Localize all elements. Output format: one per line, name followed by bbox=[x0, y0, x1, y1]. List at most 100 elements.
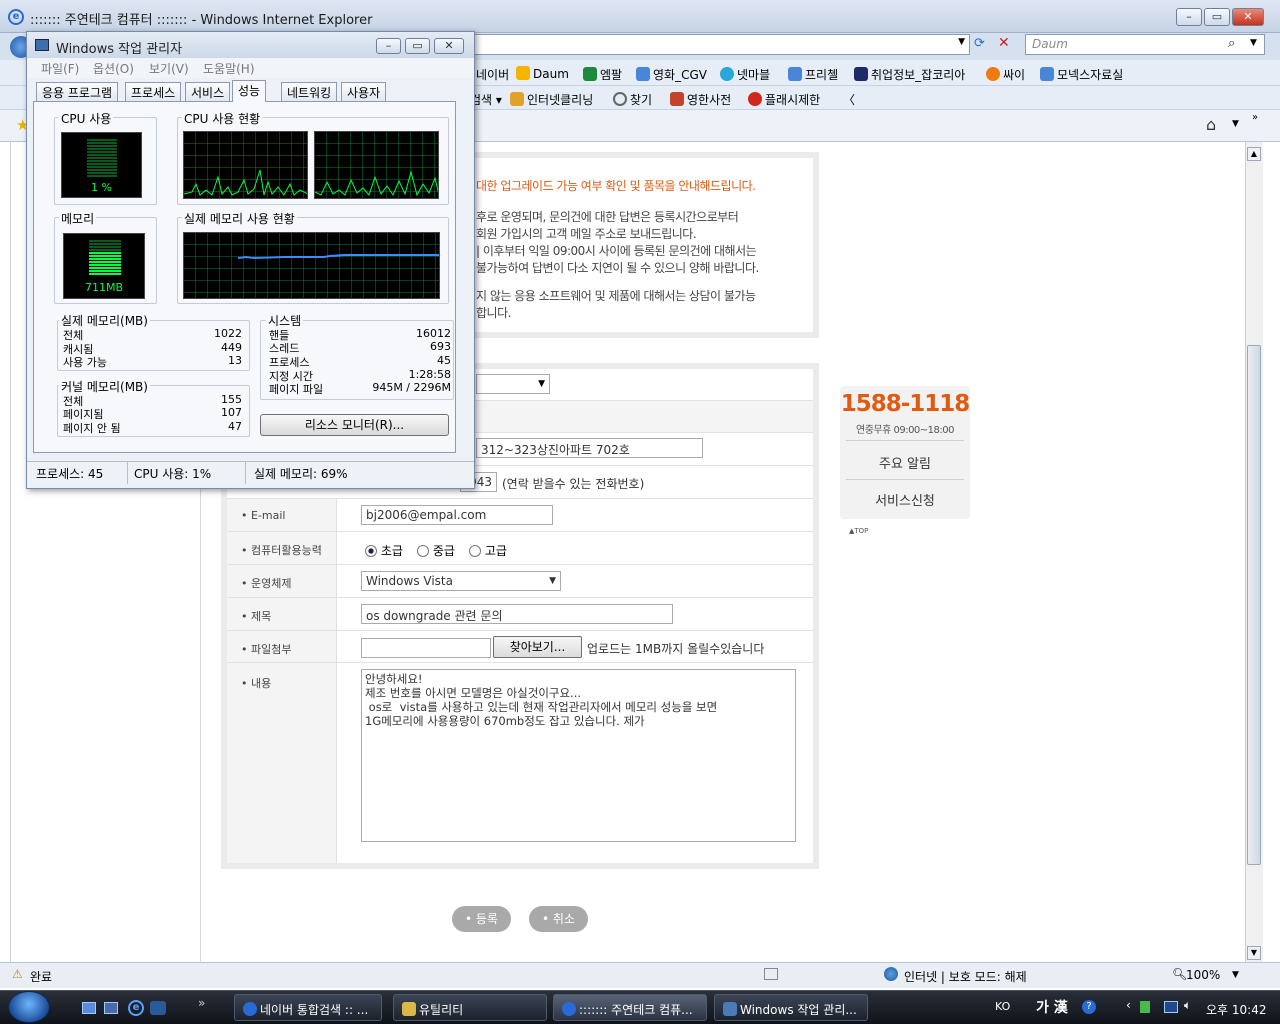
stat-value: 945M / 2296M bbox=[372, 381, 451, 394]
ime-indicator[interactable]: 가 漢 bbox=[1036, 997, 1068, 1017]
ie-logo-icon: e bbox=[8, 9, 24, 25]
subject-input[interactable]: os downgrade 관련 문의 bbox=[361, 604, 673, 624]
tab-services[interactable]: 서비스 bbox=[185, 82, 231, 101]
tab-performance[interactable]: 성능 bbox=[232, 80, 267, 102]
submit-button[interactable]: • 등록 bbox=[452, 906, 511, 932]
volume-icon[interactable]: 🔈︎ bbox=[1184, 998, 1191, 1013]
refresh-icon[interactable]: ⟳ bbox=[974, 36, 985, 51]
fav-link-netmarble[interactable]: 넷마블 bbox=[720, 66, 770, 83]
links-chevron[interactable]: 〈 bbox=[843, 91, 855, 108]
close-button[interactable]: ✕ bbox=[1232, 8, 1264, 26]
stat-value: 107 bbox=[221, 406, 242, 419]
address-dropdown-icon[interactable]: ▼ bbox=[958, 37, 965, 47]
stat-label: 페이지 안 됨 bbox=[63, 422, 121, 435]
menu-options[interactable]: 옵션(O) bbox=[93, 60, 134, 77]
notice-line: 불가능하여 답변이 다소 지연이 될 수 있으니 양해 바랍니다. bbox=[476, 261, 759, 275]
os-label: • 운영체제 bbox=[227, 565, 337, 598]
home-icon[interactable]: ⌂ bbox=[1206, 115, 1216, 134]
tm-minimize-button[interactable]: – bbox=[376, 38, 401, 54]
fav-link-empal[interactable]: 엠팔 bbox=[583, 66, 622, 83]
file-path-input[interactable] bbox=[361, 638, 491, 658]
scrollbar-thumb[interactable] bbox=[1247, 345, 1261, 865]
top-link[interactable]: ▲TOP bbox=[849, 527, 868, 535]
zoom-level[interactable]: 100% bbox=[1186, 968, 1220, 982]
fav-link-daum[interactable]: Daum bbox=[516, 66, 569, 81]
ie-quicklaunch-icon[interactable]: e bbox=[128, 1000, 144, 1016]
flash-icon bbox=[748, 92, 762, 106]
stat-value: 45 bbox=[437, 354, 451, 367]
fav-link-jobkorea[interactable]: 취업정보_잡코리아 bbox=[854, 66, 965, 83]
quicklaunch-more-icon[interactable]: » bbox=[198, 996, 205, 1010]
language-indicator[interactable]: KO bbox=[995, 1000, 1010, 1013]
ie-title-bar: e ::::::: 주연테크 컴퓨터 ::::::: - Windows Int… bbox=[0, 0, 1280, 33]
taskbar-button[interactable]: 유틸리티 bbox=[393, 994, 547, 1021]
service-link[interactable]: 서비스신청 bbox=[840, 490, 970, 509]
divider bbox=[846, 440, 964, 441]
category-select[interactable]: ▼ bbox=[476, 374, 550, 394]
content-textarea[interactable]: 안녕하세요! 제조 번호를 아시면 모델명은 아실것이구요... os로 vis… bbox=[361, 669, 796, 842]
tm-close-button[interactable]: ✕ bbox=[434, 38, 464, 54]
warning-icon: ⚠ bbox=[12, 967, 23, 981]
start-button[interactable] bbox=[8, 991, 50, 1023]
links-flash-block[interactable]: 플래시제한 bbox=[748, 91, 820, 108]
skill-radio-beginner[interactable]: 초급 bbox=[365, 542, 403, 559]
stop-icon[interactable]: ✕ bbox=[998, 35, 1010, 51]
help-icon[interactable]: ? bbox=[1082, 1000, 1096, 1014]
security-zone[interactable]: 인터넷 | 보호 모드: 해제 bbox=[904, 968, 1027, 985]
links-find[interactable]: 찾기 bbox=[613, 91, 652, 108]
tray-expand-icon[interactable]: ‹ bbox=[1126, 998, 1131, 1012]
more-tools-icon[interactable]: » bbox=[1252, 112, 1258, 123]
notice-line: | 이후부터 익일 09:00시 사이에 등록된 문의건에 대해서는 bbox=[476, 244, 757, 258]
home-dropdown-icon[interactable]: ▼ bbox=[1232, 119, 1239, 129]
zoom-dropdown-icon[interactable]: ▼ bbox=[1232, 970, 1239, 980]
fav-link-cgv[interactable]: 영화_CGV bbox=[636, 66, 707, 83]
menu-file[interactable]: 파일(F) bbox=[41, 60, 79, 77]
fav-link-freechal[interactable]: 프리첼 bbox=[788, 66, 838, 83]
fav-link-cyworld[interactable]: 싸이 bbox=[986, 66, 1025, 83]
show-desktop-icon[interactable] bbox=[82, 1002, 96, 1014]
skill-radio-intermediate[interactable]: 중급 bbox=[417, 542, 455, 559]
scroll-up-icon[interactable]: ▲ bbox=[1247, 147, 1261, 161]
address-detail-input[interactable]: 312~323상진아파트 702호 bbox=[476, 438, 703, 458]
divider bbox=[846, 479, 964, 480]
menu-view[interactable]: 보기(V) bbox=[149, 60, 189, 77]
divider bbox=[127, 462, 128, 484]
fav-link-naver[interactable]: 네이버 bbox=[476, 66, 509, 83]
system-clock[interactable]: 오후 10:42 bbox=[1206, 1001, 1266, 1018]
os-select[interactable]: Windows Vista ▼ bbox=[361, 571, 561, 591]
taskbar-button-active[interactable]: ::::::: 주연테크 컴퓨... bbox=[553, 994, 707, 1021]
search-icon[interactable]: ⌕ bbox=[1228, 36, 1235, 51]
tab-applications[interactable]: 응용 프로그램 bbox=[36, 82, 119, 101]
email-input[interactable]: bj2006@empal.com bbox=[361, 505, 553, 525]
taskbar-button[interactable]: 네이버 통합검색 :: ... bbox=[234, 994, 382, 1021]
scroll-down-icon[interactable]: ▼ bbox=[1247, 946, 1261, 960]
divider bbox=[245, 462, 246, 484]
tab-processes[interactable]: 프로세스 bbox=[125, 82, 182, 101]
tray-icon[interactable] bbox=[1140, 1001, 1150, 1013]
tm-maximize-button[interactable]: ▭ bbox=[405, 38, 430, 54]
cpu-history-graph-2 bbox=[314, 131, 439, 199]
address-bar[interactable]: ▼ bbox=[470, 34, 970, 55]
tab-networking[interactable]: 네트워킹 bbox=[281, 82, 338, 101]
notice-link[interactable]: 주요 알림 bbox=[840, 453, 970, 472]
browse-button[interactable]: 찾아보기... bbox=[493, 636, 582, 658]
cpu-history-title: CPU 사용 현황 bbox=[182, 110, 263, 127]
network-icon[interactable] bbox=[1164, 1001, 1178, 1013]
meter-bars bbox=[89, 240, 121, 252]
resource-monitor-button[interactable]: 리소스 모니터(R)... bbox=[260, 414, 449, 436]
menu-help[interactable]: 도움말(H) bbox=[203, 60, 255, 77]
fav-link-monex[interactable]: 모넥스자료실 bbox=[1040, 66, 1123, 83]
tab-users[interactable]: 사용자 bbox=[341, 82, 387, 101]
cancel-button[interactable]: • 취소 bbox=[529, 906, 588, 932]
links-dictionary[interactable]: 영한사전 bbox=[670, 91, 731, 108]
minimize-button[interactable]: – bbox=[1176, 8, 1202, 26]
jobkorea-icon bbox=[854, 67, 868, 81]
switch-windows-icon[interactable] bbox=[104, 1002, 118, 1014]
search-options-icon[interactable]: ▼ bbox=[1250, 38, 1257, 48]
taskbar-button[interactable]: Windows 작업 관리... bbox=[714, 994, 868, 1021]
meter-bars bbox=[87, 139, 117, 177]
explorer-quicklaunch-icon[interactable] bbox=[150, 1001, 166, 1015]
skill-radio-advanced[interactable]: 고급 bbox=[469, 542, 507, 559]
links-internet-cleaning[interactable]: 인터넷클리닝 bbox=[510, 91, 593, 108]
maximize-button[interactable]: ▭ bbox=[1204, 8, 1230, 26]
